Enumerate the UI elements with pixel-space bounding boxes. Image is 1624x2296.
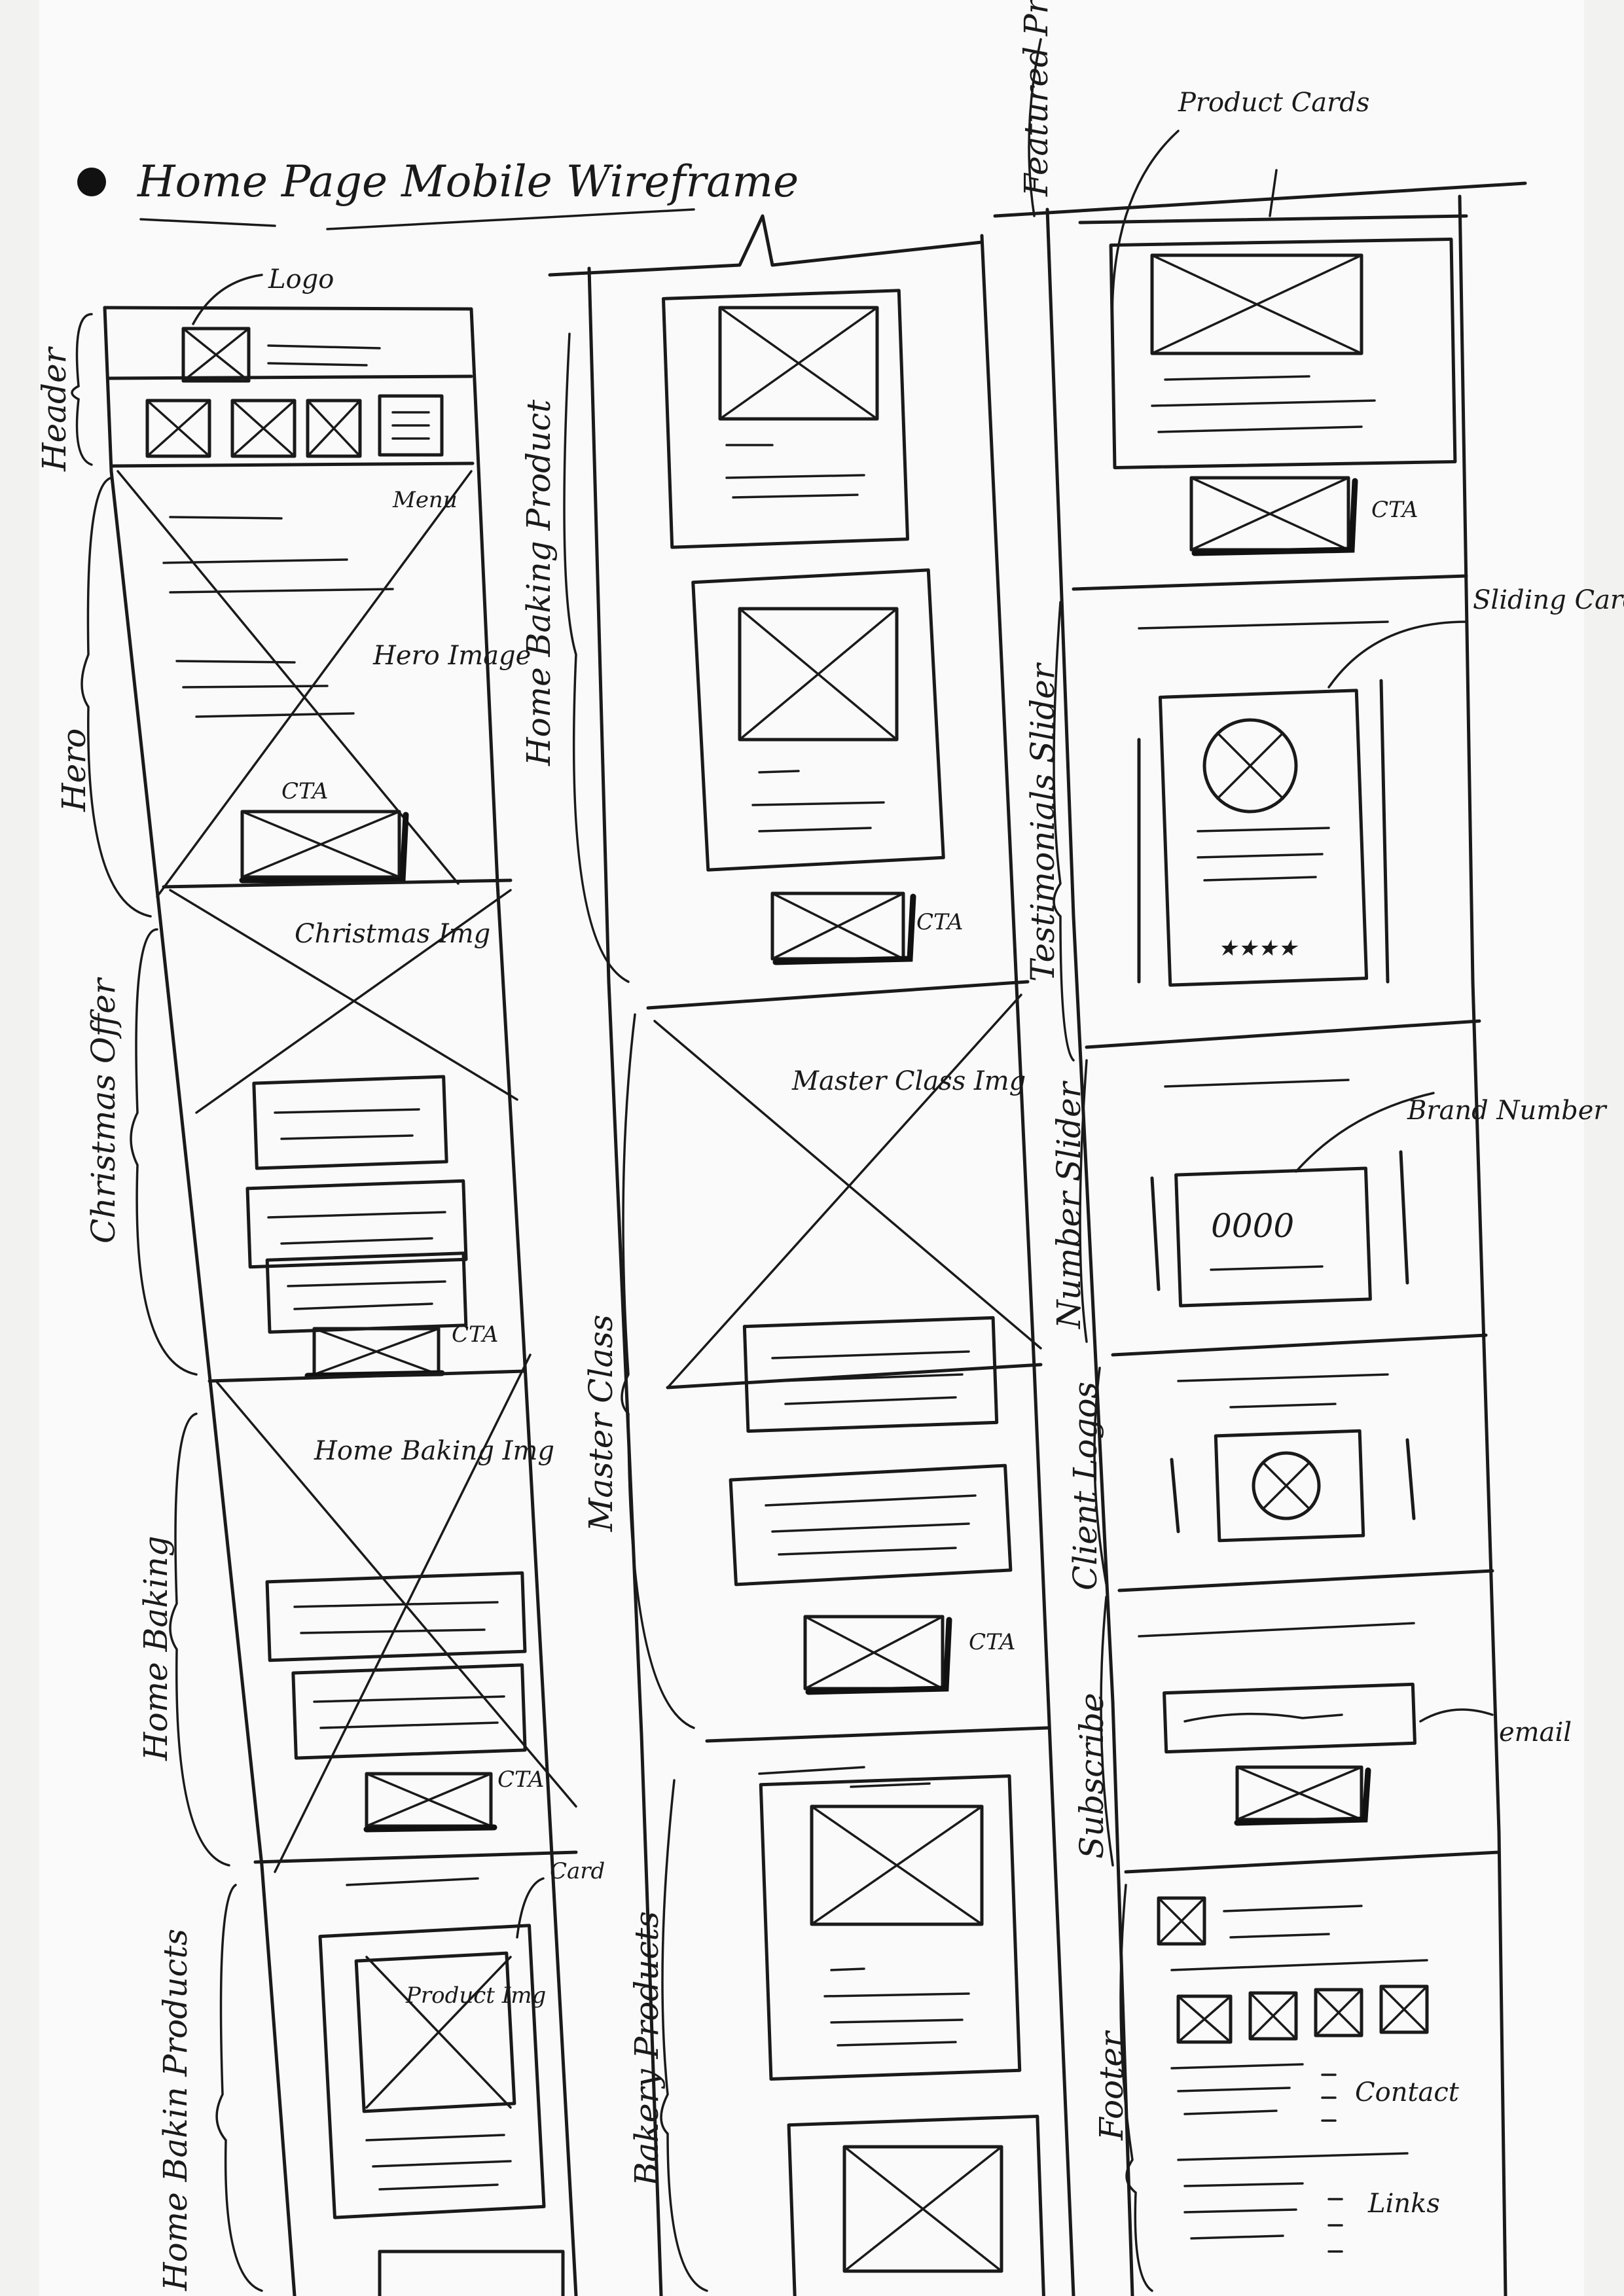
email-note: email [1499, 1717, 1572, 1748]
client-logos-label: Client Logos [1066, 1382, 1104, 1590]
hero-cta-note: CTA [281, 778, 328, 804]
home-baking-label: Home Baking [137, 1535, 175, 1761]
title-bullet [77, 168, 106, 196]
links-note: Links [1367, 2189, 1440, 2219]
contact-note: Contact [1355, 2077, 1460, 2108]
christmas-img-note: Christmas Img [295, 919, 490, 949]
brand-number-digits: 0000 [1211, 1207, 1294, 1245]
header-label: Header [35, 346, 73, 472]
hbp-cta-note: CTA [916, 909, 963, 935]
page-title: Home Page Mobile Wireframe [137, 156, 799, 207]
home-baking-products-label: Home Bakin Products [156, 1929, 194, 2291]
christmas-offer-label: Christmas Offer [84, 977, 122, 1244]
subscribe-label: Subscribe [1073, 1693, 1111, 1859]
testimonial-stars: ★★★★ [1218, 935, 1299, 961]
logo-note: Logo [268, 264, 334, 295]
home-baking-img-note: Home Baking Img [314, 1436, 554, 1466]
home-baking-product-label: Home Baking Product [520, 399, 558, 766]
menu-note: Menu [392, 487, 458, 513]
master-class-label: Master Class [582, 1314, 620, 1532]
master-class-img-note: Master Class Img [791, 1066, 1026, 1096]
home-baking-cta-note: CTA [497, 1767, 544, 1793]
featured-products-label: Featured Products [1017, 0, 1055, 197]
paper-sheet [39, 0, 1584, 2296]
wireframe-sketch: Home Page Mobile Wireframe Logo Menu Her… [35, 0, 1624, 2296]
christmas-cta-note: CTA [452, 1321, 498, 1348]
master-class-cta-note: CTA [969, 1629, 1015, 1655]
card-note: Card [550, 1858, 605, 1884]
featured-cta-note: CTA [1371, 497, 1418, 523]
brand-number-note: Brand Number [1407, 1096, 1608, 1126]
footer-label: Footer [1092, 2030, 1130, 2141]
bakery-products-label: Bakery Products [628, 1911, 666, 2187]
product-cards-note: Product Cards [1178, 88, 1369, 118]
hero-label: Hero [55, 728, 93, 812]
number-slider-label: Number Slider [1050, 1080, 1088, 1329]
product-img-note: Product Img [405, 1982, 546, 2009]
sliding-cards-note: Sliding Cards [1473, 585, 1624, 615]
testimonials-slider-label: Testimonials Slider [1024, 662, 1062, 982]
hero-image-note: Hero Image [372, 641, 531, 671]
